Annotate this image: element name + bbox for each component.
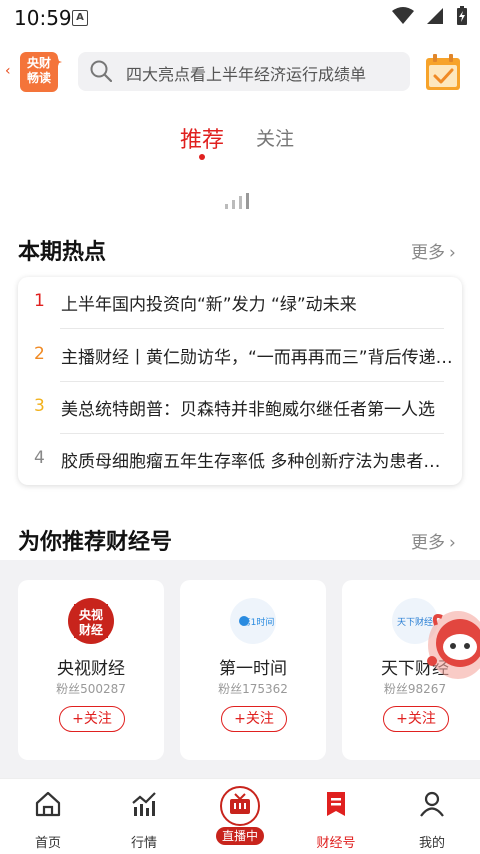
hot-rank: 3: [34, 396, 45, 416]
account-name: 第一时间: [219, 659, 287, 679]
follow-button[interactable]: +关注: [59, 706, 125, 732]
chevron-right-icon: ›: [449, 243, 456, 263]
nav-label: 财经号: [316, 836, 356, 851]
wifi-icon: [392, 7, 414, 24]
recommend-section-title: 为你推荐财经号: [18, 530, 173, 555]
signal-icon: [427, 8, 443, 24]
sparkle-icon: [54, 51, 62, 66]
svg-text:第1时间: 第1时间: [242, 616, 275, 628]
nav-finance-account[interactable]: 财经号: [288, 779, 384, 854]
account-logo-diyishijian: 第1时间: [230, 598, 276, 644]
hot-item[interactable]: 3 美总统特朗普：贝森特并非鲍威尔继任者第一人选: [18, 382, 462, 434]
live-tv-icon: [220, 786, 260, 826]
profile-icon: [420, 791, 444, 817]
search-icon: [90, 60, 113, 83]
loading-indicator: [225, 193, 255, 209]
home-icon: [35, 791, 61, 817]
hot-item[interactable]: 4 胶质母细胞瘤五年生存率低 多种创新疗法为患者带来...: [18, 434, 462, 486]
mascot-float-button[interactable]: [418, 595, 480, 695]
search-placeholder: 四大亮点看上半年经济运行成绩单: [126, 65, 367, 84]
logo-line2: 畅读: [26, 71, 51, 85]
logo-line1: 央财: [26, 56, 51, 70]
hot-item[interactable]: 2 主播财经丨黄仁勋访华，“一而再再而三”背后传递出...: [18, 330, 462, 382]
hot-headline: 上半年国内投资向“新”发力 “绿”动未来: [61, 295, 357, 315]
account-card[interactable]: 第1时间 第一时间 粉丝175362 +关注: [180, 580, 326, 760]
nav-label: 我的: [418, 836, 445, 851]
calendar-check-icon[interactable]: [424, 52, 462, 92]
notification-icon: A: [72, 10, 88, 26]
back-arrow-icon[interactable]: ‹: [5, 63, 11, 79]
follow-button[interactable]: +关注: [383, 706, 449, 732]
hot-rank: 2: [34, 344, 45, 364]
live-badge: 直播中: [216, 827, 264, 845]
hot-headline: 主播财经丨黄仁勋访华，“一而再再而三”背后传递出...: [61, 348, 453, 368]
account-fans: 粉丝175362: [218, 682, 288, 696]
hot-more-label: 更多: [411, 243, 445, 263]
hot-headline: 美总统特朗普：贝森特并非鲍威尔继任者第一人选: [61, 400, 435, 420]
account-fans: 粉丝500287: [56, 682, 126, 696]
account-name: 央视财经: [57, 659, 125, 679]
finance-account-icon: [327, 792, 345, 816]
account-card[interactable]: 央视 财经 央视财经 粉丝500287 +关注: [18, 580, 164, 760]
system-icons: [392, 6, 468, 26]
hot-item[interactable]: 1 上半年国内投资向“新”发力 “绿”动未来: [18, 277, 462, 329]
active-tab-indicator: [199, 154, 205, 160]
svg-text:央视: 央视: [79, 607, 103, 622]
hot-rank: 4: [34, 448, 45, 468]
nav-label: 首页: [34, 836, 61, 851]
chevron-right-icon: ›: [449, 533, 456, 553]
divider: [60, 328, 444, 329]
nav-home[interactable]: 首页: [0, 779, 96, 854]
follow-button[interactable]: +关注: [221, 706, 287, 732]
nav-market[interactable]: 行情: [96, 779, 192, 854]
svg-text:财经: 财经: [78, 622, 103, 637]
app-logo[interactable]: 央财 畅读: [20, 52, 58, 92]
recommend-more-label: 更多: [411, 533, 445, 553]
account-logo-cctv: 央视 财经: [68, 598, 114, 644]
hot-rank: 1: [34, 291, 45, 311]
tab-recommend[interactable]: 推荐: [180, 122, 224, 154]
bottom-nav: 首页 行情 直播中 财经号 我的: [0, 778, 480, 854]
status-time: 10:59: [14, 6, 72, 30]
battery-icon: [457, 6, 467, 25]
hot-section-title: 本期热点: [18, 240, 107, 265]
market-chart-icon: [132, 792, 156, 816]
nav-label: 行情: [130, 836, 157, 851]
hot-headline: 胶质母细胞瘤五年生存率低 多种创新疗法为患者带来...: [61, 452, 453, 472]
hot-more-link[interactable]: 更多 ›: [411, 238, 456, 263]
tab-follow[interactable]: 关注: [256, 124, 294, 151]
nav-profile[interactable]: 我的: [384, 779, 480, 854]
recommend-more-link[interactable]: 更多 ›: [411, 528, 456, 553]
nav-live[interactable]: 直播中: [192, 779, 288, 854]
